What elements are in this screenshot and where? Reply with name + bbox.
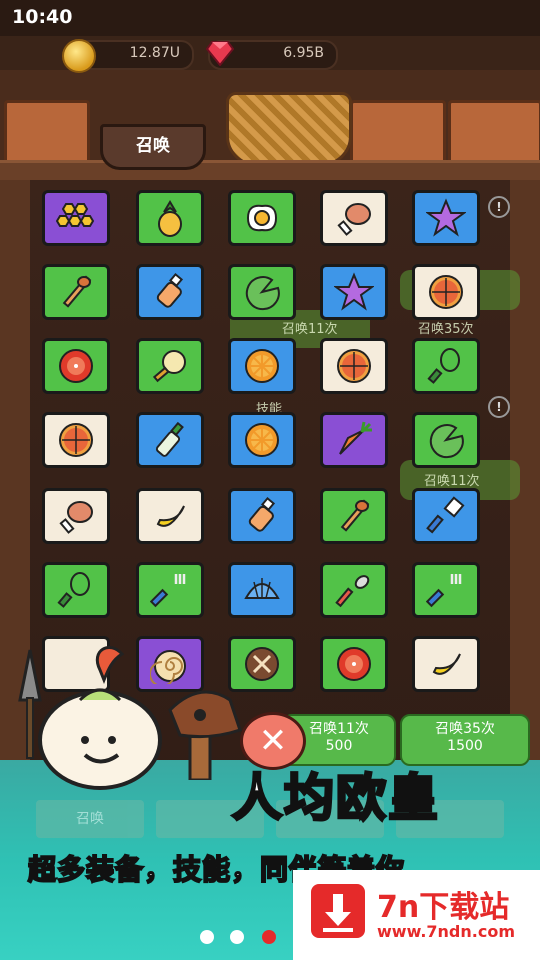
carousel-dot[interactable] [230,930,244,944]
carousel-indicator [200,930,280,944]
frying-pan-icon [152,350,186,383]
banana-icon [156,505,185,527]
pepper-basket [226,92,352,166]
honeycomb-icon [56,203,95,227]
carousel-dot-active[interactable] [262,930,276,944]
item-slot[interactable] [320,412,388,468]
item-slot[interactable] [136,562,204,618]
pineapple-icon [158,200,182,237]
item-slot[interactable] [42,412,110,468]
item-slot[interactable] [136,264,204,320]
banana-icon [432,653,461,675]
pizza-icon [337,349,371,383]
summon-35-label: 召唤35次 [435,721,495,737]
item-slot[interactable] [228,264,296,320]
lily-pad-icon [245,276,280,311]
tomato-slice-icon [59,349,93,383]
item-slot[interactable] [228,562,296,618]
pizza-icon [429,275,463,309]
item-slot[interactable] [412,338,480,394]
starfish-icon [426,198,466,237]
item-slot[interactable] [228,190,296,246]
item-slot[interactable] [136,488,204,544]
tomato-slice-icon [337,647,371,681]
item-slot[interactable] [320,636,388,692]
baby-bottle-icon [248,496,276,532]
gem-icon [206,41,234,66]
paintbrush-icon [426,496,465,534]
summon-tab-label[interactable]: 召唤 [100,124,206,170]
item-slot[interactable] [42,264,110,320]
carousel-dot[interactable] [200,930,214,944]
starfish-icon [334,272,374,311]
item-slot[interactable] [320,264,388,320]
coin-icon [62,39,96,73]
item-slot[interactable] [320,338,388,394]
close-icon: ✕ [258,721,288,761]
meat-leg-icon [337,203,371,236]
summon-35-cost: 1500 [447,738,483,754]
promo-headline: 人均欧皇 [231,768,440,829]
gem-counter: 6.95B [206,40,338,70]
meat-leg-icon [59,501,93,534]
orange-slice-icon [245,423,279,457]
item-slot[interactable] [320,190,388,246]
item-slot[interactable] [228,412,296,468]
item-slot[interactable] [228,488,296,544]
item-slot[interactable] [412,190,480,246]
watermark: 7n下载站 www.7ndn.com [293,870,540,960]
coin-value: 12.87U [129,45,180,61]
tomato-crate [4,100,90,166]
item-slot[interactable] [42,190,110,246]
honey-dipper-icon [340,499,370,532]
sauce-bottle-icon [155,421,184,457]
tomato-crate [350,100,446,166]
baby-bottle-icon [156,272,184,308]
status-time: 10:40 [12,6,73,28]
item-slot[interactable] [136,338,204,394]
item-slot[interactable] [412,562,480,618]
fork-icon [426,574,462,608]
status-bar: 10:40 [0,0,540,36]
item-slot[interactable] [412,264,480,320]
carrot-icon [339,421,372,455]
watermark-url: www.7ndn.com [377,922,515,941]
item-slot[interactable] [412,488,480,544]
coin-counter: 12.87U [62,39,194,73]
gem-value: 6.95B [283,45,324,61]
item-slot[interactable] [136,190,204,246]
item-grid [42,190,492,692]
download-icon [311,884,365,938]
mushroom-icon [245,647,279,681]
bottom-tab-summon[interactable]: 召唤 [36,800,144,838]
spoon-icon [335,575,370,608]
whisk-icon [427,348,460,384]
fried-egg-icon [246,204,278,232]
fork-icon [150,574,186,608]
whisk-icon [57,572,90,608]
item-slot[interactable] [136,412,204,468]
item-slot[interactable] [42,562,110,618]
item-slot[interactable] [412,636,480,692]
honey-dipper-icon [62,275,92,308]
shell-icon [244,578,280,599]
watermark-brand: 7n下载站 [377,890,510,925]
lily-pad-icon [429,424,464,459]
tomato-crate [448,100,540,166]
orange-slice-icon [245,349,279,383]
pizza-icon [59,423,93,457]
item-slot[interactable] [412,412,480,468]
item-slot[interactable] [42,338,110,394]
item-slot[interactable] [320,488,388,544]
item-slot[interactable] [320,562,388,618]
item-slot[interactable] [42,488,110,544]
item-slot[interactable] [228,338,296,394]
